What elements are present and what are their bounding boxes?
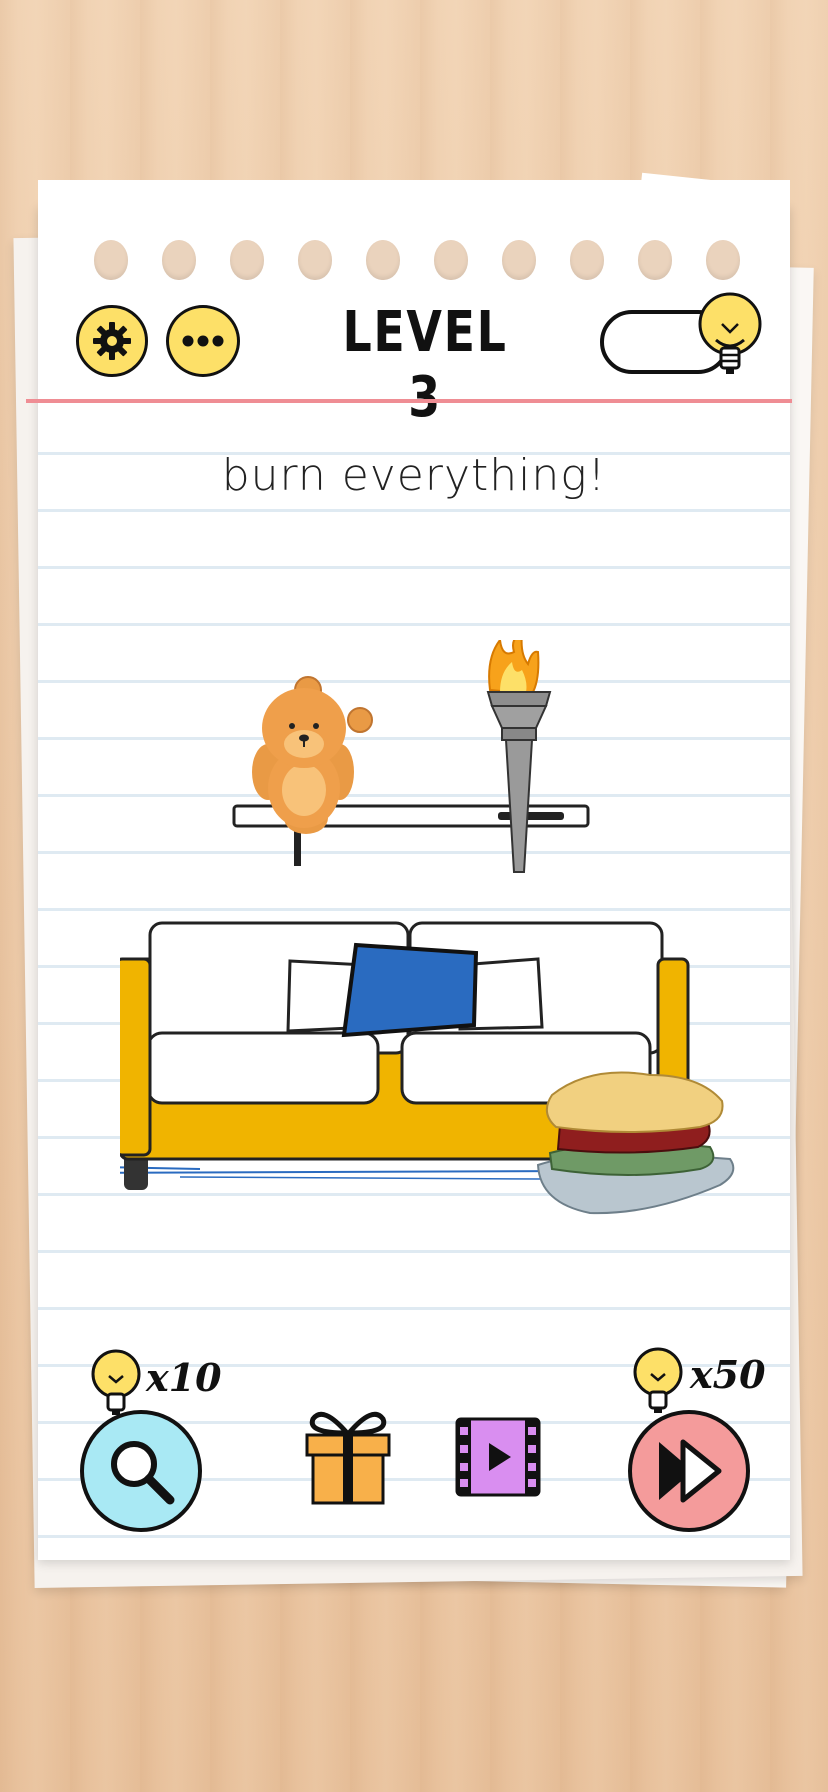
video-play-icon bbox=[455, 1417, 541, 1497]
binding-hole bbox=[298, 240, 332, 280]
puzzle-instruction: burn everything! bbox=[221, 450, 607, 501]
more-dots-icon bbox=[182, 335, 224, 347]
pile-of-clothes bbox=[536, 1071, 735, 1215]
binding-hole bbox=[366, 240, 400, 280]
binding-hole bbox=[570, 240, 604, 280]
paper-torn-edge bbox=[459, 183, 631, 223]
binding-hole bbox=[638, 240, 672, 280]
skip-cost: x50 bbox=[690, 1352, 766, 1397]
gift-icon bbox=[305, 1411, 391, 1505]
header-divider bbox=[26, 399, 792, 403]
torch bbox=[486, 640, 552, 873]
shelf-scene bbox=[232, 640, 590, 873]
search-cost: x10 bbox=[146, 1355, 222, 1400]
menu-button[interactable] bbox=[166, 305, 240, 377]
lightbulb-icon bbox=[633, 1347, 683, 1413]
binding-hole bbox=[162, 240, 196, 280]
gift-button[interactable] bbox=[300, 1400, 396, 1510]
binding-hole bbox=[434, 240, 468, 280]
skip-forward-icon bbox=[659, 1439, 722, 1503]
binding-hole bbox=[706, 240, 740, 280]
search-hint-button[interactable] bbox=[80, 1410, 202, 1532]
video-button[interactable] bbox=[452, 1415, 544, 1499]
settings-button[interactable] bbox=[76, 305, 148, 377]
binding-hole bbox=[94, 240, 128, 280]
gear-icon bbox=[93, 322, 131, 360]
lightbulb-icon bbox=[91, 1349, 141, 1415]
blue-pillow bbox=[341, 942, 479, 1038]
skip-level-button[interactable] bbox=[628, 1410, 750, 1532]
lightbulb-icon[interactable] bbox=[692, 290, 768, 378]
binding-hole bbox=[502, 240, 536, 280]
magnifier-icon bbox=[111, 1441, 175, 1505]
binding-hole bbox=[230, 240, 264, 280]
level-title: LEVEL 3 bbox=[342, 300, 508, 430]
